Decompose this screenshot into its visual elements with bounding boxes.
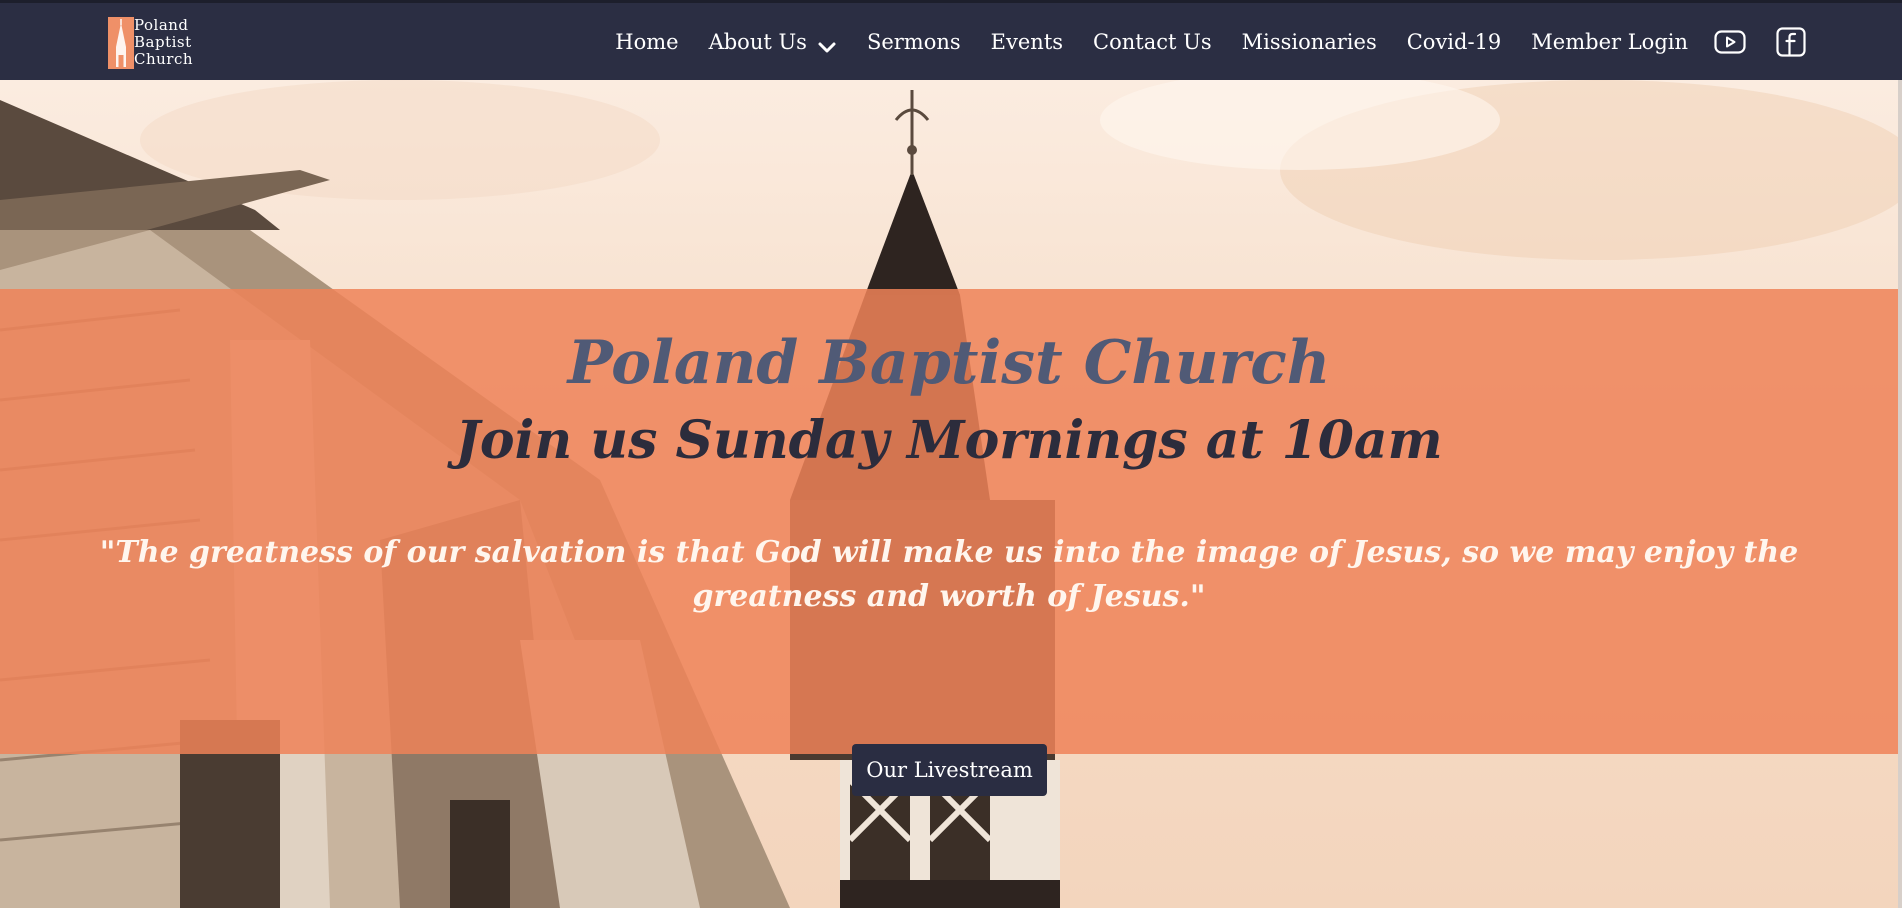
nav-member-login[interactable]: Member Login bbox=[1531, 30, 1688, 54]
page-edge bbox=[1898, 80, 1902, 908]
nav-about-us[interactable]: About Us bbox=[709, 30, 837, 54]
facebook-icon[interactable] bbox=[1776, 26, 1806, 57]
logo-line-3: Church bbox=[134, 50, 194, 68]
hero-subtitle: Join us Sunday Mornings at 10am bbox=[455, 410, 1443, 471]
logo-line-2: Baptist bbox=[134, 33, 192, 51]
nav-home[interactable]: Home bbox=[615, 30, 678, 54]
hero-title: Poland Baptist Church bbox=[567, 328, 1331, 398]
nav-sermons[interactable]: Sermons bbox=[867, 30, 961, 54]
youtube-icon[interactable] bbox=[1714, 29, 1746, 54]
hero-banner: Poland Baptist Church Join us Sunday Mor… bbox=[0, 289, 1898, 796]
nav-about-us-label: About Us bbox=[708, 29, 807, 54]
navbar: Poland Baptist Church Home About Us Serm… bbox=[0, 0, 1902, 80]
hero-section: Poland Baptist Church Join us Sunday Mor… bbox=[0, 80, 1902, 908]
page: Poland Baptist Church Home About Us Serm… bbox=[0, 0, 1902, 908]
nav-events[interactable]: Events bbox=[991, 30, 1063, 54]
nav-missionaries[interactable]: Missionaries bbox=[1242, 30, 1377, 54]
main-nav: Home About Us Sermons Events Contact Us … bbox=[615, 3, 1806, 80]
logo-text: Poland Baptist Church bbox=[134, 17, 193, 68]
church-logo-icon bbox=[108, 17, 134, 69]
chevron-down-icon bbox=[817, 35, 837, 52]
nav-contact-us[interactable]: Contact Us bbox=[1093, 30, 1212, 54]
hero-quote: "The greatness of our salvation is that … bbox=[99, 535, 1799, 614]
livestream-button[interactable]: Our Livestream bbox=[852, 744, 1047, 796]
logo-line-1: Poland bbox=[134, 16, 189, 34]
nav-covid-19[interactable]: Covid-19 bbox=[1407, 30, 1502, 54]
site-logo[interactable]: Poland Baptist Church bbox=[108, 15, 200, 71]
